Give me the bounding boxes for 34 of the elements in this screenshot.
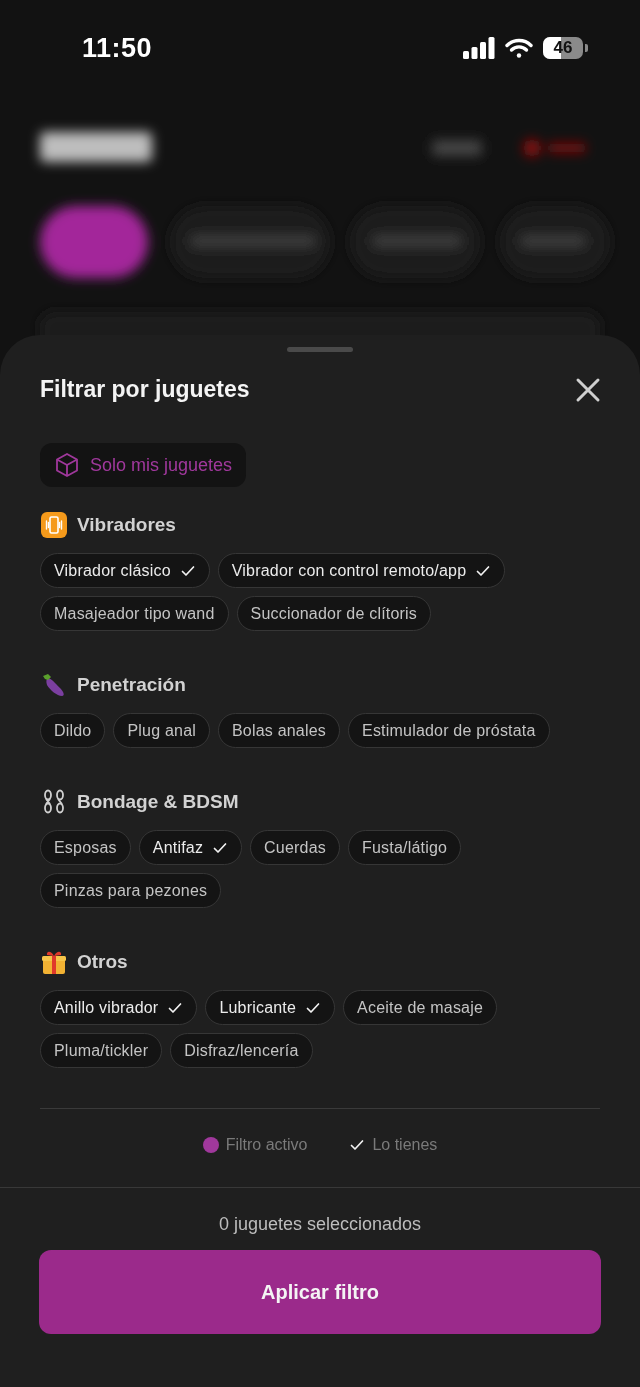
toy-chip[interactable]: Pinzas para pezones <box>40 873 222 908</box>
toy-chip[interactable]: Vibrador clásico <box>40 553 210 588</box>
selected-count: 0 juguetes seleccionados <box>217 1214 423 1235</box>
legend-label: Lo tienes <box>372 1136 438 1154</box>
section-title: Bondage & BDSM <box>77 791 239 813</box>
cube-icon <box>54 452 80 478</box>
toy-chip[interactable]: Succionador de clítoris <box>236 596 431 631</box>
toy-chip[interactable]: Fusta/látigo <box>348 830 462 865</box>
vibrating-phone-icon <box>40 511 68 539</box>
toy-chip[interactable]: Anillo vibrador <box>40 990 198 1025</box>
toy-chip[interactable]: Dildo <box>40 713 106 748</box>
status-time: 11:50 <box>82 32 153 64</box>
section-title: Otros <box>77 951 128 973</box>
toy-chip[interactable]: Vibrador con control remoto/app <box>217 553 506 588</box>
check-icon <box>349 1137 366 1153</box>
toy-chip[interactable]: Esposas <box>40 830 131 865</box>
toy-chip[interactable]: Aceite de masaje <box>343 990 498 1025</box>
section-title: Penetración <box>77 674 186 696</box>
toy-chip[interactable]: Cuerdas <box>250 830 340 865</box>
signal-icon <box>463 37 495 59</box>
toy-chip[interactable]: Estimulador de próstata <box>348 713 550 748</box>
legend-label: Filtro activo <box>225 1136 308 1154</box>
section-title: Vibradores <box>77 514 176 536</box>
toy-chip[interactable]: Bolas anales <box>218 713 341 748</box>
toy-chip[interactable]: Lubricante <box>205 990 336 1025</box>
close-icon[interactable] <box>575 376 601 403</box>
sheet-title: Filtrar por juguetes <box>40 376 250 403</box>
toy-chip[interactable]: Disfraz/lencería <box>170 1033 313 1068</box>
toy-chip[interactable]: Pluma/tickler <box>40 1033 163 1068</box>
apply-filter-button[interactable]: Aplicar filtro <box>39 1250 601 1334</box>
toy-chip[interactable]: Antifaz <box>138 830 243 865</box>
wifi-icon <box>505 37 533 59</box>
toy-chip[interactable]: Masajeador tipo wand <box>40 596 229 631</box>
toy-chip[interactable]: Plug anal <box>113 713 210 748</box>
